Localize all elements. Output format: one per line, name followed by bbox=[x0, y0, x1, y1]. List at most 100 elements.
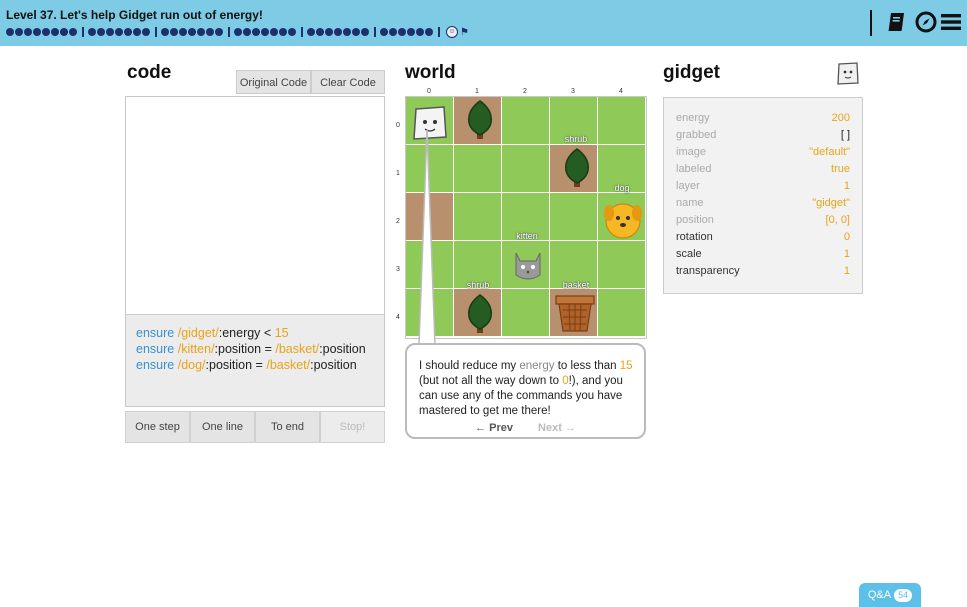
level-dot[interactable] bbox=[133, 28, 141, 36]
level-dot[interactable] bbox=[416, 28, 424, 36]
level-dot[interactable] bbox=[97, 28, 105, 36]
menu-icon[interactable] bbox=[939, 10, 963, 34]
level-dot[interactable] bbox=[142, 28, 150, 36]
stop-button[interactable]: Stop! bbox=[320, 411, 385, 443]
property-value: 1 bbox=[843, 265, 850, 277]
property-name: energy bbox=[676, 112, 710, 124]
grid-cell[interactable] bbox=[502, 97, 549, 144]
world-grid: shrub dog kitten shrub basket bbox=[405, 96, 647, 339]
level-progress: ☺ ⚑ bbox=[6, 26, 469, 38]
property-name: image bbox=[676, 146, 706, 158]
level-dot[interactable] bbox=[243, 28, 251, 36]
level-dot[interactable] bbox=[42, 28, 50, 36]
property-value: [0, 0] bbox=[825, 214, 850, 226]
grid-cell[interactable] bbox=[502, 145, 549, 192]
property-row: image "default" bbox=[676, 144, 850, 161]
divider bbox=[870, 10, 872, 36]
level-dot[interactable] bbox=[161, 28, 169, 36]
level-dot[interactable] bbox=[261, 28, 269, 36]
column-label: 4 bbox=[619, 88, 623, 95]
one-line-button[interactable]: One line bbox=[190, 411, 255, 443]
gidget-sprite[interactable] bbox=[410, 103, 450, 143]
level-dot[interactable] bbox=[234, 28, 242, 36]
goal-line: ensure /gidget/:energy < 15 bbox=[136, 326, 289, 340]
property-name: labeled bbox=[676, 163, 712, 175]
level-dot[interactable] bbox=[51, 28, 59, 36]
level-dot[interactable] bbox=[361, 28, 369, 36]
clear-code-button[interactable]: Clear Code bbox=[311, 70, 385, 94]
goal-line: ensure /dog/:position = /basket/:positio… bbox=[136, 358, 357, 372]
level-dot[interactable] bbox=[170, 28, 178, 36]
qa-count-badge: 54 bbox=[894, 589, 913, 602]
qa-button[interactable]: Q&A 54 bbox=[859, 583, 921, 607]
level-dot[interactable] bbox=[24, 28, 32, 36]
level-dot[interactable] bbox=[6, 28, 14, 36]
shrub-sprite bbox=[468, 294, 492, 333]
one-step-button[interactable]: One step bbox=[125, 411, 190, 443]
level-dot[interactable] bbox=[334, 28, 342, 36]
level-dot[interactable] bbox=[252, 28, 260, 36]
grid-cell[interactable] bbox=[598, 289, 645, 336]
level-dot[interactable] bbox=[33, 28, 41, 36]
grid-cell[interactable] bbox=[502, 289, 549, 336]
code-heading: code bbox=[127, 62, 172, 83]
level-dot[interactable] bbox=[69, 28, 77, 36]
property-name: transparency bbox=[676, 265, 740, 277]
grid-cell[interactable] bbox=[406, 145, 453, 192]
level-dot[interactable] bbox=[380, 28, 388, 36]
level-dot[interactable] bbox=[279, 28, 287, 36]
code-editor[interactable] bbox=[126, 97, 384, 313]
gidget-heading: gidget bbox=[663, 62, 720, 83]
level-dot[interactable] bbox=[407, 28, 415, 36]
bubble-nav: ← Prev Next → bbox=[407, 421, 644, 436]
grid-cell[interactable] bbox=[406, 241, 453, 288]
level-dot[interactable] bbox=[288, 28, 296, 36]
grid-cell[interactable] bbox=[406, 289, 453, 336]
level-dot[interactable] bbox=[316, 28, 324, 36]
level-dot[interactable] bbox=[215, 28, 223, 36]
property-value: 0 bbox=[843, 231, 850, 243]
property-value: 200 bbox=[831, 112, 850, 124]
original-code-button[interactable]: Original Code bbox=[236, 70, 311, 94]
shrub-sprite bbox=[468, 100, 492, 139]
grid-cell[interactable] bbox=[454, 145, 501, 192]
level-dot[interactable] bbox=[115, 28, 123, 36]
group-separator bbox=[374, 27, 376, 37]
to-end-button[interactable]: To end bbox=[255, 411, 320, 443]
level-dot[interactable] bbox=[352, 28, 360, 36]
level-dot[interactable] bbox=[60, 28, 68, 36]
property-name: position bbox=[676, 214, 714, 226]
level-dot[interactable] bbox=[124, 28, 132, 36]
dog-label: dog bbox=[614, 183, 630, 193]
level-dot[interactable] bbox=[389, 28, 397, 36]
level-dot[interactable] bbox=[15, 28, 23, 36]
compass-icon[interactable] bbox=[914, 10, 938, 34]
level-dot[interactable] bbox=[179, 28, 187, 36]
property-name: grabbed bbox=[676, 129, 717, 141]
grid-cell[interactable] bbox=[406, 193, 453, 240]
hint-bubble: I should reduce my energy to less than 1… bbox=[405, 343, 646, 439]
level-title: Level 37. Let's help Gidget run out of e… bbox=[6, 8, 263, 22]
gidget-avatar-icon bbox=[837, 62, 859, 85]
book-icon[interactable] bbox=[885, 10, 909, 34]
goal-line: ensure /kitten/:position = /basket/:posi… bbox=[136, 342, 366, 356]
level-dot[interactable] bbox=[325, 28, 333, 36]
level-dot[interactable] bbox=[188, 28, 196, 36]
shrub-label: shrub bbox=[564, 134, 588, 144]
level-dot[interactable] bbox=[398, 28, 406, 36]
level-dot[interactable] bbox=[343, 28, 351, 36]
prev-button[interactable]: ← Prev bbox=[475, 422, 513, 434]
grid-cell[interactable] bbox=[454, 193, 501, 240]
level-dot[interactable] bbox=[106, 28, 114, 36]
level-dot[interactable] bbox=[88, 28, 96, 36]
next-button[interactable]: Next → bbox=[538, 422, 576, 434]
level-dot[interactable] bbox=[425, 28, 433, 36]
column-label: 3 bbox=[571, 88, 575, 95]
level-dot[interactable] bbox=[270, 28, 278, 36]
level-dot[interactable] bbox=[197, 28, 205, 36]
grid-cell[interactable] bbox=[550, 193, 597, 240]
group-separator bbox=[155, 27, 157, 37]
level-dot[interactable] bbox=[307, 28, 315, 36]
property-row: rotation 0 bbox=[676, 229, 850, 246]
level-dot[interactable] bbox=[206, 28, 214, 36]
